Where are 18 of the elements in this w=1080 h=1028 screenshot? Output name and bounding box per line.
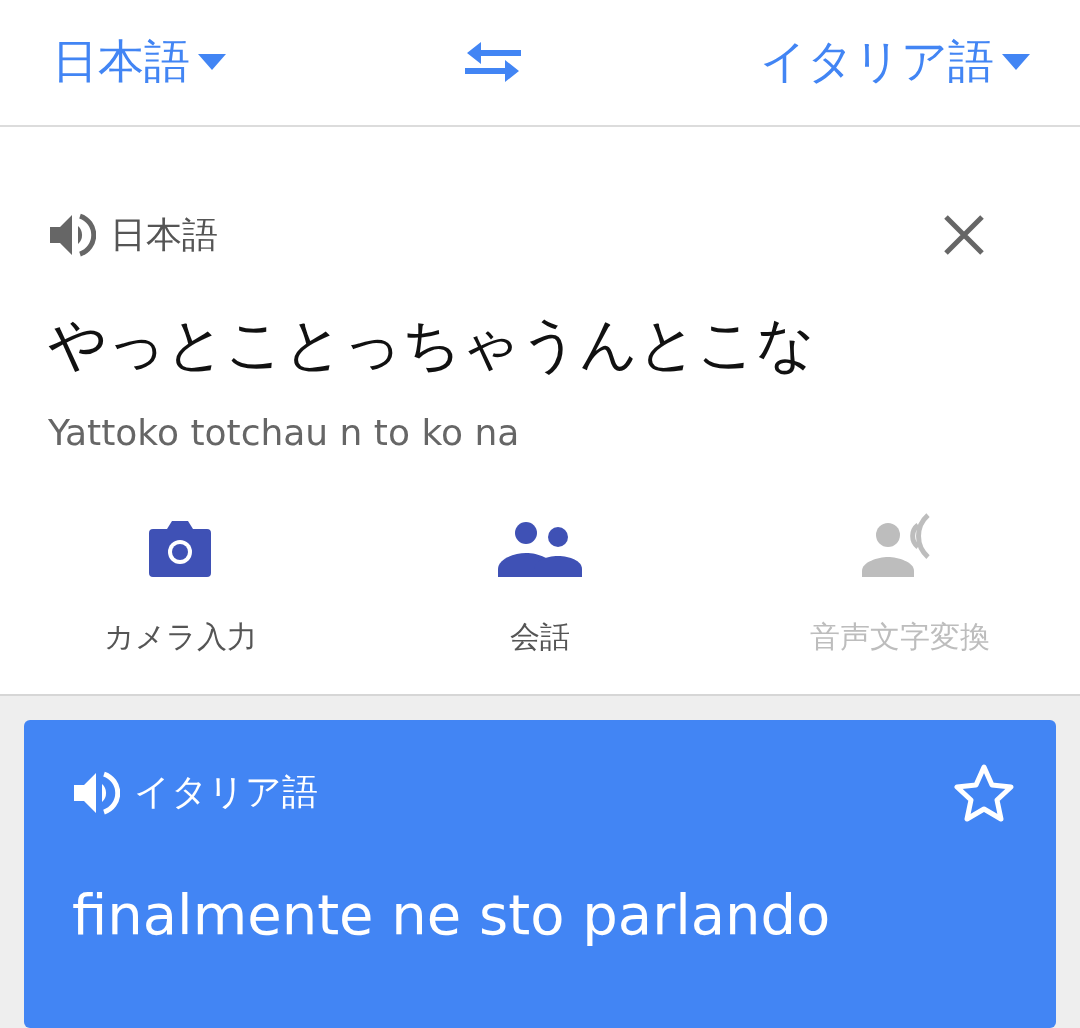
input-language-label: 日本語 [110, 212, 218, 257]
speaker-icon[interactable] [72, 770, 120, 815]
source-language-dropdown[interactable]: 日本語 [52, 31, 226, 94]
translated-text: finalmente ne sto parlando [72, 881, 832, 947]
target-language-dropdown[interactable]: イタリア語 [760, 31, 1030, 94]
camera-icon [149, 520, 211, 577]
dropdown-caret-icon [1002, 54, 1030, 71]
input-mode-button[interactable]: カメラ入力 [0, 512, 360, 658]
output-language-label: イタリア語 [134, 770, 318, 815]
close-button[interactable] [944, 215, 984, 256]
speaker-icon[interactable] [48, 213, 96, 258]
romanization-text: Yattoko totchau n to ko na [48, 411, 521, 453]
favorite-star-button[interactable] [954, 763, 1014, 822]
source-text: やっとことっちゃうんとこな [48, 308, 816, 380]
dropdown-caret-icon [198, 54, 226, 71]
people-icon [498, 520, 582, 577]
input-mode-button[interactable]: 会話 [360, 512, 720, 658]
swap-languages-button[interactable] [465, 42, 521, 83]
